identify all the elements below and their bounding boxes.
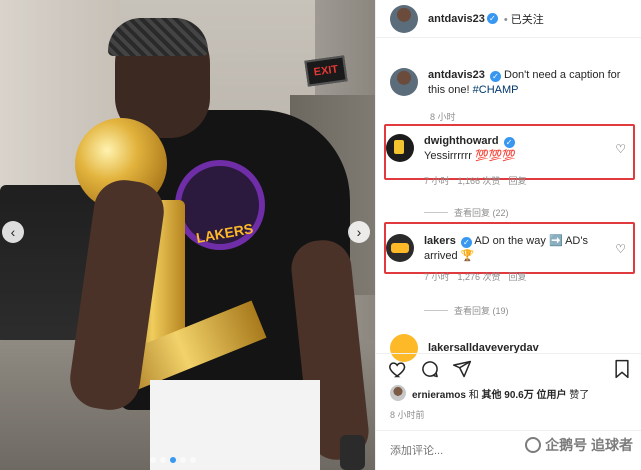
carousel-dot[interactable] xyxy=(190,457,196,463)
photo-cup xyxy=(340,435,365,470)
carousel-dot[interactable] xyxy=(160,457,166,463)
liked-by-others[interactable]: 其他 90.6万 位用户 xyxy=(481,390,566,401)
player-headband xyxy=(108,18,208,56)
penguin-logo-icon xyxy=(525,437,542,453)
chevron-left-icon[interactable]: ‹ xyxy=(2,221,24,243)
post-header: antdavis23 ✓ • 已关注 xyxy=(376,0,641,38)
caption-hashtag[interactable]: #CHAMP xyxy=(473,84,519,96)
caption-username[interactable]: antdavis23 xyxy=(428,69,485,81)
comment-body: lakers ✓ AD on the way ➡️ AD's arrived 🏆 xyxy=(424,234,604,264)
replies-divider xyxy=(424,212,448,213)
comment-heart-icon[interactable]: ♡ xyxy=(615,142,626,156)
heart-icon[interactable] xyxy=(388,359,408,379)
post-panel: antdavis23 ✓ • 已关注 antdavis23 ✓ Don't ne… xyxy=(375,0,641,470)
comment-likes[interactable]: 1,276 次赞 xyxy=(458,270,501,283)
follow-status[interactable]: • 已关注 xyxy=(504,11,544,27)
liked-by-suffix: 赞了 xyxy=(569,389,590,401)
comment-avatar[interactable] xyxy=(386,134,414,162)
liked-by-text: ernieramos 和 其他 90.6万 位用户 赞了 xyxy=(412,386,589,401)
arrow-emoji-icon: ➡️ xyxy=(548,235,563,247)
bookmark-icon[interactable] xyxy=(612,359,632,379)
view-replies-button[interactable]: 查看回复 (19) xyxy=(424,304,509,317)
comment-icon[interactable] xyxy=(420,359,440,379)
caption-avatar[interactable] xyxy=(390,68,418,96)
caption-time[interactable]: 8 小时 xyxy=(430,110,456,123)
follow-status-label: 已关注 xyxy=(510,13,544,26)
chevron-right-icon[interactable]: › xyxy=(348,221,370,243)
view-replies-label: 查看回复 (22) xyxy=(454,208,509,218)
post-photo: EXIT LAKERS ‹ › xyxy=(0,0,375,470)
hundred-emoji-icon: 💯💯💯 xyxy=(474,150,517,162)
action-bar xyxy=(376,353,641,383)
comment-input[interactable] xyxy=(390,444,480,457)
comment-body: dwighthoward ✓ Yessirrrrrr 💯💯💯 xyxy=(424,134,604,164)
liker-username[interactable]: ernieramos xyxy=(412,390,466,401)
liked-by-joiner: 和 xyxy=(468,389,479,401)
carousel-dots xyxy=(150,457,196,463)
exit-sign: EXIT xyxy=(304,55,348,87)
verified-badge-icon: ✓ xyxy=(489,71,501,82)
comment-username[interactable]: lakers xyxy=(424,235,456,247)
comment-username[interactable]: dwighthoward xyxy=(424,135,499,147)
watermark: 企鹅号 追球者 xyxy=(525,435,633,455)
watermark-text: 企鹅号 追球者 xyxy=(545,437,633,453)
replies-divider xyxy=(424,310,448,311)
comment-item: lakers ✓ AD on the way ➡️ AD's arrived 🏆… xyxy=(386,234,626,283)
view-replies-label: 查看回复 (19) xyxy=(454,306,509,316)
verified-badge-icon: ✓ xyxy=(486,13,498,24)
comment-meta: 7 小时 1,166 次赞 回复 xyxy=(424,174,626,187)
comment-text: Yessirrrrrr xyxy=(424,150,472,162)
comment-text-before: AD on the way xyxy=(474,235,546,247)
carousel-dot[interactable] xyxy=(150,457,156,463)
post-caption: antdavis23 ✓ Don't need a caption for th… xyxy=(390,68,630,122)
post-time[interactable]: 8 小时前 xyxy=(390,408,425,421)
comment-time[interactable]: 7 小时 xyxy=(424,174,450,187)
author-avatar[interactable] xyxy=(390,4,418,33)
comment-time[interactable]: 7 小时 xyxy=(424,270,450,283)
carousel-dot[interactable] xyxy=(180,457,186,463)
liker-avatar[interactable] xyxy=(390,385,406,401)
comment-heart-icon[interactable]: ♡ xyxy=(615,242,626,256)
caption-text-block: antdavis23 ✓ Don't need a caption for th… xyxy=(428,68,630,98)
author-username[interactable]: antdavis23 xyxy=(428,13,485,25)
view-replies-button[interactable]: 查看回复 (22) xyxy=(424,206,509,219)
comment-avatar[interactable] xyxy=(386,234,414,262)
comment-likes[interactable]: 1,166 次赞 xyxy=(458,174,501,187)
carousel-dot[interactable] xyxy=(170,457,176,463)
comment-item: dwighthoward ✓ Yessirrrrrr 💯💯💯 ♡ 7 小时 1,… xyxy=(386,134,626,187)
liked-by: ernieramos 和 其他 90.6万 位用户 赞了 xyxy=(390,385,589,401)
paper-plane-icon[interactable] xyxy=(452,359,472,379)
verified-badge-icon: ✓ xyxy=(503,137,515,148)
verified-badge-icon: ✓ xyxy=(460,237,472,248)
comment-reply-button[interactable]: 回复 xyxy=(509,270,527,283)
comment-reply-button[interactable]: 回复 xyxy=(509,174,527,187)
comment-meta: 7 小时 1,276 次赞 回复 xyxy=(424,270,626,283)
dot-separator: • xyxy=(503,13,511,26)
trophy-emoji-icon: 🏆 xyxy=(460,250,475,262)
